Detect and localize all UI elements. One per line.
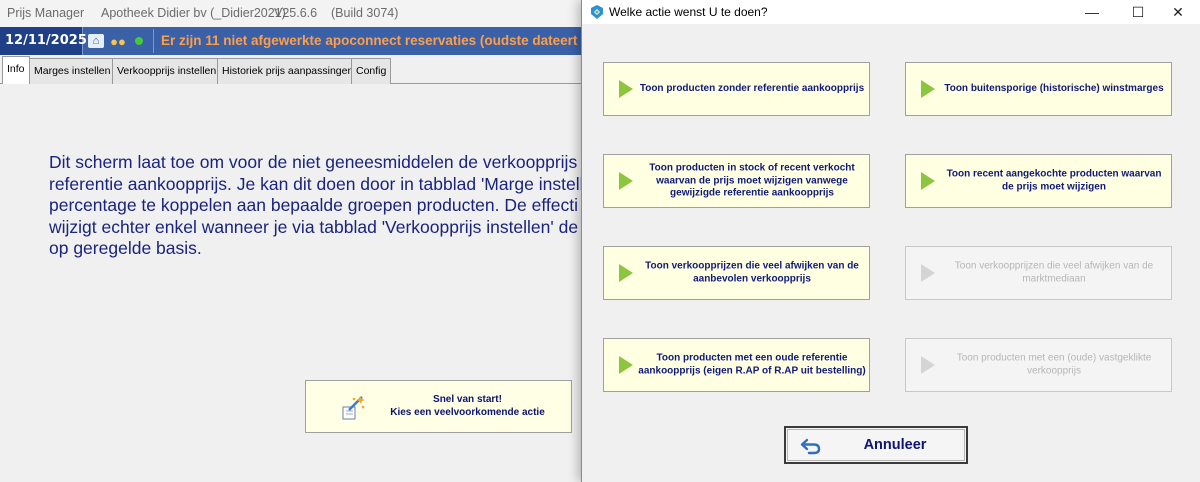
action-recent-aangekocht[interactable]: Toon recent aangekochte producten waarva…	[905, 154, 1172, 208]
action-label: Toon producten met een oude referentie a…	[638, 352, 866, 377]
action-producten-zonder-referentie[interactable]: Toon producten zonder referentie aankoop…	[603, 62, 870, 116]
play-arrow-icon	[619, 80, 633, 98]
action-oude-referentie[interactable]: Toon producten met een oude referentie a…	[603, 338, 870, 392]
action-label: Toon producten in stock of recent verkoc…	[649, 162, 855, 199]
app-build: (Build 3074)	[331, 6, 399, 20]
tab-config[interactable]: Config	[351, 58, 392, 84]
action-afwijken-marktmediaan: Toon verkoopprijzen die veel afwijken va…	[905, 246, 1172, 300]
quick-start-line2: Kies een veelvoorkomende actie	[390, 406, 545, 418]
app-version: V25.6.6	[274, 6, 318, 20]
action-label: Toon producten zonder referentie aankoop…	[639, 82, 865, 94]
undo-arrow-icon	[800, 438, 821, 455]
action-label: Toon verkoopprijzen die veel afwijken va…	[645, 260, 859, 285]
close-button[interactable]: ✕	[1155, 0, 1200, 24]
info-text-line: op geregelde basis.	[49, 238, 202, 258]
action-vastgeklikte-verkoopprijs: Toon producten met een (oude) vastgeklik…	[905, 338, 1172, 392]
info-text-line: wijzigt echter enkel wanneer je via tabb…	[49, 216, 589, 237]
tab-historiek-prijs-aanpassingen[interactable]: Historiek prijs aanpassingen	[217, 58, 359, 84]
info-text: Dit scherm laat toe om voor de niet gene…	[49, 152, 589, 260]
app-logo-icon	[591, 5, 603, 19]
action-stock-prijs-wijzigen[interactable]: Toon producten in stock of recent verkoc…	[603, 154, 870, 208]
quick-start-line1: Snel van start!	[433, 394, 502, 405]
quick-start-label: Snel van start! Kies een veelvoorkomende…	[368, 394, 567, 419]
play-arrow-icon	[619, 172, 633, 190]
tab-verkoopprijs-instellen[interactable]: Verkoopprijs instellen	[112, 58, 222, 84]
dialog-title: Welke actie wenst U te doen?	[609, 5, 768, 19]
status-dot-icon	[135, 37, 143, 45]
action-label: Toon buitensporige (historische) winstma…	[944, 82, 1164, 94]
action-dialog: Welke actie wenst U te doen? — ☐ ✕ Toon …	[581, 0, 1200, 482]
play-arrow-icon	[921, 356, 935, 374]
app-name: Prijs Manager	[7, 6, 85, 20]
action-label: Toon recent aangekochte producten waarva…	[946, 168, 1162, 193]
magic-wand-icon	[342, 396, 365, 420]
toolbar-divider	[153, 29, 154, 53]
play-arrow-icon	[921, 264, 935, 282]
play-arrow-icon	[921, 172, 935, 190]
action-afwijken-aanbevolen[interactable]: Toon verkoopprijzen die veel afwijken va…	[603, 246, 870, 300]
action-buitensporige-winstmarges[interactable]: Toon buitensporige (historische) winstma…	[905, 62, 1172, 116]
dialog-title-bar: Welke actie wenst U te doen? — ☐ ✕	[582, 0, 1200, 24]
users-icon[interactable]: ●●	[108, 34, 128, 49]
reservations-message[interactable]: Er zijn 11 niet afgewerkte apoconnect re…	[161, 27, 616, 55]
home-icon[interactable]: ⌂	[88, 34, 104, 48]
tab-info[interactable]: Info	[2, 56, 30, 85]
quick-start-button[interactable]: Snel van start! Kies een veelvoorkomende…	[305, 380, 572, 433]
play-arrow-icon	[619, 264, 633, 282]
action-label: Toon verkoopprijzen die veel afwijken va…	[954, 260, 1154, 285]
toolbar-icons: ⌂ ●●	[88, 32, 143, 50]
info-text-line: Dit scherm laat toe om voor de niet gene…	[49, 152, 578, 172]
pharmacy-name: Apotheek Didier bv (_Didier2021)	[101, 6, 286, 20]
action-label: Toon producten met een (oude) vastgeklik…	[956, 352, 1152, 377]
play-arrow-icon	[619, 356, 633, 374]
tab-marges-instellen[interactable]: Marges instellen	[29, 58, 116, 84]
cancel-button[interactable]: Annuleer	[784, 426, 968, 464]
info-text-line: percentage te koppelen aan bepaalde groe…	[49, 195, 578, 215]
current-date: 12/11/2025	[0, 27, 87, 55]
minimize-button[interactable]: —	[1069, 0, 1115, 24]
info-text-line: referentie aankoopprijs. Je kan dit doen…	[49, 173, 589, 194]
cancel-label: Annuleer	[863, 437, 927, 453]
play-arrow-icon	[921, 80, 935, 98]
